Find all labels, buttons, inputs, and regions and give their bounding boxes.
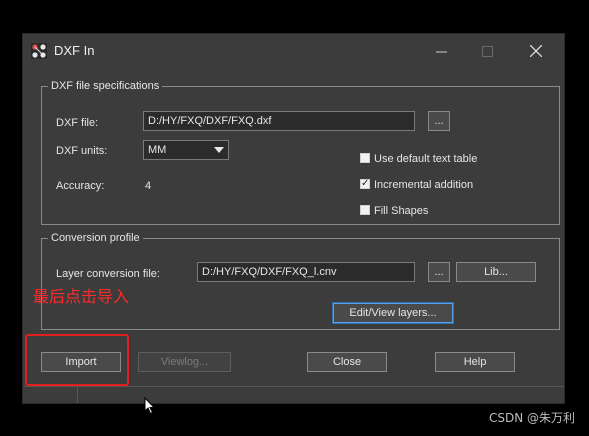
viewlog-button[interactable]: Viewlog...	[138, 352, 231, 372]
title-bar[interactable]: DXF In	[23, 34, 564, 68]
dxf-specs-group: DXF file specifications	[41, 79, 560, 225]
conversion-profile-group: Conversion profile	[41, 231, 560, 330]
checkmark-icon: ✓	[361, 178, 370, 189]
layer-conversion-file-field[interactable]: D:/HY/FXQ/DXF/FXQ_l.cnv	[197, 262, 415, 282]
app-icon	[31, 43, 47, 59]
mouse-cursor-icon	[144, 397, 156, 415]
use-default-text-table-checkbox[interactable]	[360, 153, 370, 163]
minimize-icon	[435, 51, 447, 52]
dxf-file-field[interactable]: D:/HY/FXQ/DXF/FXQ.dxf	[143, 111, 415, 131]
maximize-button[interactable]	[464, 34, 510, 68]
incremental-addition-checkbox[interactable]: ✓	[360, 178, 370, 189]
help-button[interactable]: Help	[435, 352, 515, 372]
annotation-highlight-box	[25, 334, 129, 386]
edit-view-layers-button[interactable]: Edit/View layers...	[332, 302, 454, 324]
layer-conversion-file-label: Layer conversion file:	[56, 268, 160, 280]
annotation-text: 最后点击导入	[33, 287, 130, 306]
incremental-addition-label: Incremental addition	[374, 179, 474, 191]
accuracy-value: 4	[145, 180, 152, 192]
dxf-units-value: MM	[148, 144, 167, 156]
window-title: DXF In	[54, 43, 95, 58]
maximize-icon	[481, 45, 493, 57]
minimize-button[interactable]	[418, 34, 464, 68]
layer-file-browse-button[interactable]: ...	[428, 262, 450, 282]
conversion-profile-title: Conversion profile	[48, 231, 143, 245]
close-button[interactable]: Close	[307, 352, 387, 372]
dxf-file-browse-button[interactable]: ...	[428, 111, 450, 131]
chevron-down-icon	[214, 147, 224, 153]
use-default-text-table-label: Use default text table	[374, 153, 478, 165]
dxf-file-label: DXF file:	[56, 117, 99, 129]
fill-shapes-checkbox[interactable]	[360, 205, 370, 215]
fill-shapes-label: Fill Shapes	[374, 205, 429, 217]
dxf-units-label: DXF units:	[56, 145, 108, 157]
accuracy-label: Accuracy:	[56, 180, 105, 192]
dxf-specs-title: DXF file specifications	[48, 79, 163, 93]
dxf-units-select[interactable]: MM	[143, 140, 229, 160]
lib-button[interactable]: Lib...	[456, 262, 536, 282]
status-bar	[23, 386, 564, 403]
close-window-button[interactable]	[513, 34, 559, 68]
watermark: CSDN @朱万利	[488, 411, 575, 425]
close-icon	[530, 45, 542, 57]
status-separator	[77, 387, 78, 403]
